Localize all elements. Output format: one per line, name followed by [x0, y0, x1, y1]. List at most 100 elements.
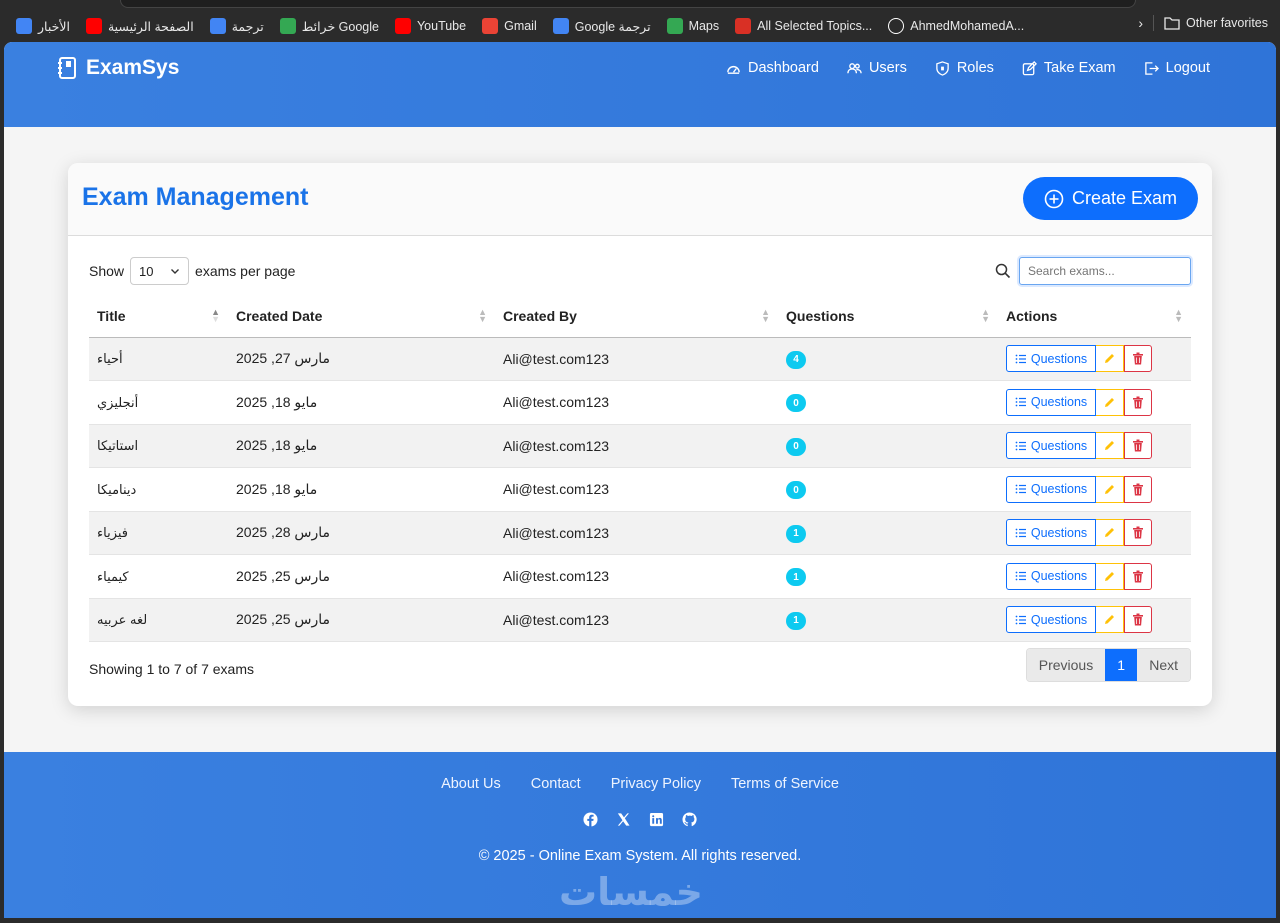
- x-twitter-icon[interactable]: [616, 812, 631, 827]
- questions-button[interactable]: Questions: [1006, 519, 1096, 547]
- questions-button[interactable]: Questions: [1006, 562, 1096, 590]
- nav-users[interactable]: Users: [847, 60, 907, 76]
- delete-exam-button[interactable]: [1124, 475, 1152, 503]
- bookmark-item[interactable]: Google ترجمة: [545, 15, 659, 37]
- trash-icon: [1133, 483, 1143, 496]
- bookmark-item[interactable]: All Selected Topics...: [727, 15, 880, 37]
- cell-questions: 1: [778, 554, 998, 599]
- row-actions: Questions: [1006, 606, 1183, 634]
- footer-terms-link[interactable]: Terms of Service: [731, 776, 839, 792]
- pencil-icon: [1105, 354, 1114, 364]
- bookmark-item[interactable]: AhmedMohamedA...: [880, 15, 1032, 37]
- shield-icon: [936, 60, 949, 76]
- pencil-icon: [1105, 441, 1114, 451]
- footer-contact-link[interactable]: Contact: [531, 776, 581, 792]
- edit-exam-button[interactable]: [1096, 388, 1124, 416]
- bookmark-label: YouTube: [416, 19, 467, 33]
- question-count-badge: 1: [786, 611, 806, 630]
- brand-logo[interactable]: ExamSys: [56, 56, 179, 80]
- list-icon: [1015, 484, 1026, 494]
- pagination-previous[interactable]: Previous: [1026, 649, 1106, 681]
- col-created-by[interactable]: Created By ▲ ▼: [495, 295, 778, 338]
- bookmark-item[interactable]: الصفحة الرئيسية: [78, 15, 202, 37]
- sort-icon: ▲ ▼: [981, 307, 990, 324]
- pencil-icon: [1105, 484, 1114, 494]
- delete-exam-button[interactable]: [1124, 388, 1152, 416]
- edit-exam-button[interactable]: [1096, 432, 1124, 460]
- col-created-date[interactable]: Created Date ▲ ▼: [228, 295, 495, 338]
- questions-button-label: Questions: [1030, 525, 1088, 540]
- edit-exam-button[interactable]: [1096, 562, 1124, 590]
- card-header: Exam Management Create Exam: [68, 163, 1212, 236]
- search-input[interactable]: [1019, 257, 1191, 285]
- nav-roles[interactable]: Roles: [935, 60, 994, 76]
- facebook-icon[interactable]: [583, 812, 598, 827]
- footer-privacy-link[interactable]: Privacy Policy: [611, 776, 701, 792]
- pagination-page-1[interactable]: 1: [1105, 649, 1138, 681]
- delete-exam-button[interactable]: [1124, 562, 1152, 590]
- github-icon[interactable]: [682, 812, 697, 827]
- edit-exam-button[interactable]: [1096, 345, 1124, 373]
- trash-icon: [1133, 613, 1143, 626]
- delete-exam-button[interactable]: [1124, 432, 1152, 460]
- row-actions: Questions: [1006, 345, 1183, 373]
- nav-dashboard-label: Dashboard: [748, 60, 819, 76]
- page-length-select[interactable]: 10: [130, 257, 190, 285]
- nav-dashboard[interactable]: Dashboard: [726, 60, 819, 76]
- bookmark-item[interactable]: YouTube: [387, 15, 474, 37]
- edit-exam-button[interactable]: [1096, 475, 1124, 503]
- delete-exam-button[interactable]: [1124, 606, 1152, 634]
- search-control: [995, 257, 1191, 285]
- col-title[interactable]: Title ▲ ▼: [89, 295, 228, 338]
- table-row: أحياء مارس 27, 2025 Ali@test.com123 4 Questi…: [89, 337, 1191, 381]
- questions-button[interactable]: Questions: [1006, 475, 1096, 503]
- journal-icon: [58, 57, 76, 79]
- bookmark-item[interactable]: Maps: [659, 15, 728, 37]
- linkedin-icon[interactable]: [649, 812, 664, 827]
- chevron-right-icon[interactable]: ›: [1138, 15, 1143, 31]
- cell-created-by: Ali@test.com123: [495, 424, 778, 468]
- table-header-row: Title ▲ ▼ Created Date ▲ ▼ Created By ▲ ▼ Ques…: [89, 295, 1191, 338]
- watermark-logo: خمسات: [559, 872, 703, 914]
- cell-actions: Questions: [998, 598, 1191, 642]
- cell-actions: Questions: [998, 467, 1191, 512]
- cell-title: فيزياء: [89, 511, 228, 555]
- pagination-next[interactable]: Next: [1137, 649, 1190, 681]
- footer-about-link[interactable]: About Us: [441, 776, 501, 792]
- google-news-icon: [16, 18, 32, 34]
- questions-button[interactable]: Questions: [1006, 606, 1096, 634]
- question-count-badge: 0: [786, 394, 806, 412]
- questions-button[interactable]: Questions: [1006, 388, 1096, 416]
- bookmark-item[interactable]: الأخبار: [8, 15, 78, 37]
- delete-exam-button[interactable]: [1124, 345, 1152, 373]
- bookmark-item[interactable]: ترجمة: [202, 15, 272, 37]
- col-questions[interactable]: Questions ▲ ▼: [778, 295, 998, 338]
- cell-date: مايو 18, 2025: [228, 467, 495, 512]
- questions-button-label: Questions: [1030, 612, 1088, 627]
- bookmark-item[interactable]: خرائط Google: [272, 15, 387, 37]
- row-actions: Questions: [1006, 475, 1183, 503]
- trash-icon: [1133, 570, 1143, 583]
- exam-author: Ali@test.com123: [503, 394, 610, 411]
- questions-button[interactable]: Questions: [1006, 345, 1096, 373]
- create-exam-button[interactable]: Create Exam: [1023, 177, 1198, 220]
- cell-created-by: Ali@test.com123: [495, 337, 778, 381]
- exam-author: Ali@test.com123: [503, 568, 610, 585]
- list-icon: [1015, 441, 1026, 451]
- edit-exam-button[interactable]: [1096, 606, 1124, 634]
- page-viewport: ExamSys Dashboard Users Roles Take Exam …: [4, 42, 1276, 918]
- cell-questions: 1: [778, 598, 998, 642]
- gmail-icon: [482, 18, 499, 34]
- nav-logout[interactable]: Logout: [1144, 60, 1210, 76]
- edit-exam-button[interactable]: [1096, 519, 1124, 547]
- youtube-icon: [85, 18, 102, 34]
- cell-title: لغه عربيه: [89, 598, 228, 642]
- questions-button[interactable]: Questions: [1006, 432, 1096, 460]
- col-actions[interactable]: Actions ▲ ▼: [998, 295, 1191, 338]
- delete-exam-button[interactable]: [1124, 519, 1152, 547]
- exam-date: مارس 28, 2025: [236, 524, 331, 541]
- bookmark-item[interactable]: Gmail: [474, 15, 545, 37]
- nav-take-exam[interactable]: Take Exam: [1022, 60, 1116, 76]
- trash-icon: [1133, 526, 1143, 539]
- other-favorites-button[interactable]: Other favorites: [1164, 16, 1268, 30]
